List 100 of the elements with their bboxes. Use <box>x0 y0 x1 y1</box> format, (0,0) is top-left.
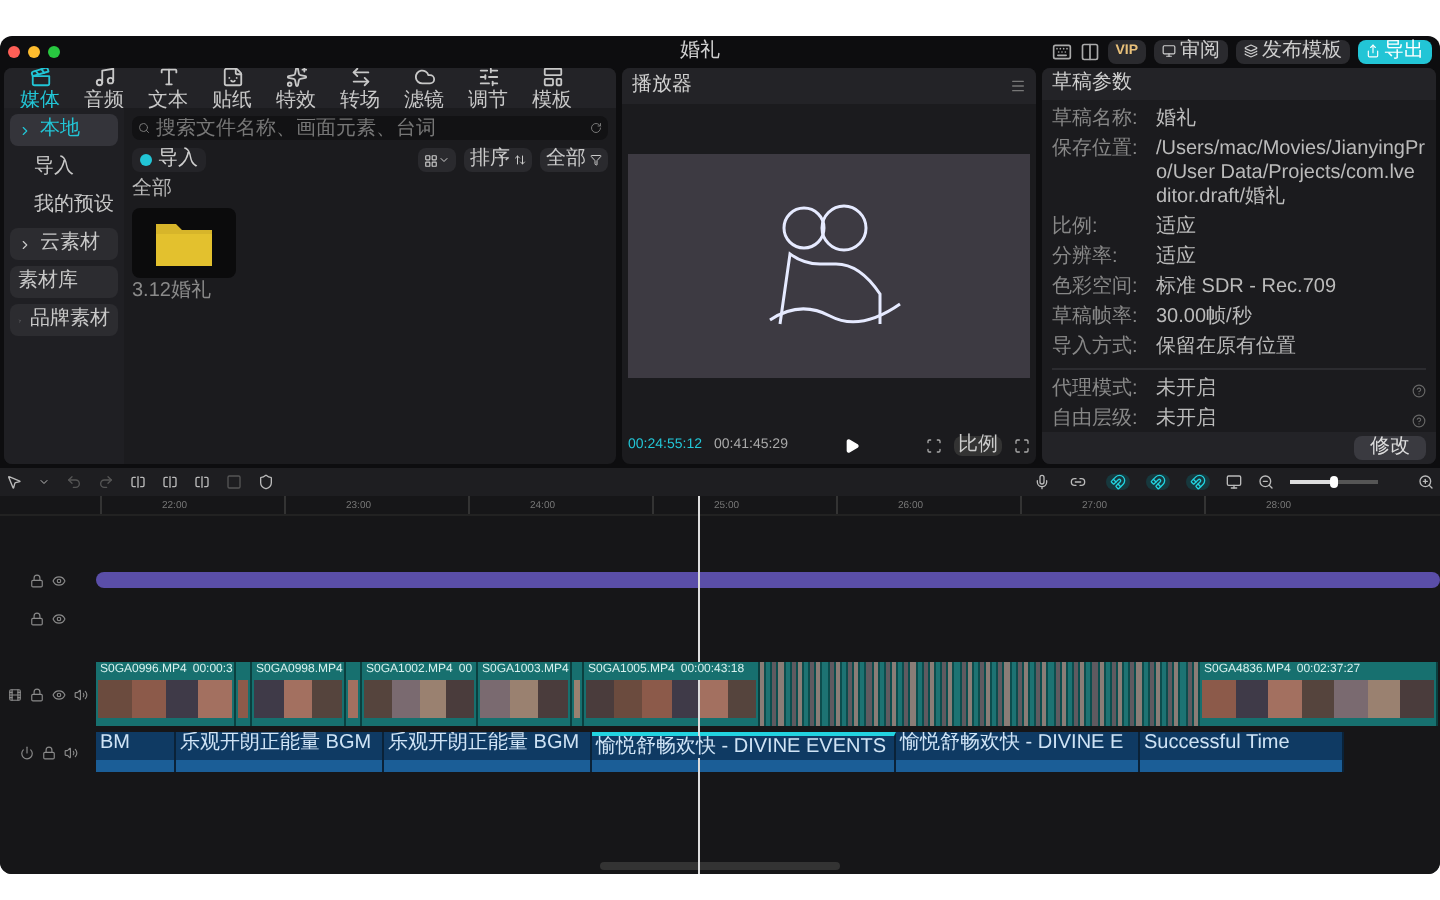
grid-icon <box>424 153 438 167</box>
play-button[interactable] <box>843 438 860 454</box>
split-icon[interactable] <box>194 474 210 490</box>
toolbar-button[interactable]: 发布模板 <box>1236 39 1350 63</box>
close-button[interactable] <box>8 45 20 57</box>
field-label: 保存位置: <box>1052 138 1140 164</box>
video-clip[interactable] <box>236 662 252 726</box>
eye-icon[interactable] <box>52 573 66 587</box>
sidebar-item[interactable]: 我的预设 <box>10 190 118 222</box>
media-tab[interactable]: 媒体 <box>8 68 72 111</box>
lock-icon[interactable] <box>41 745 55 759</box>
modify-button[interactable]: 修改 <box>1354 436 1426 460</box>
refresh-icon[interactable] <box>590 122 602 134</box>
clip-thumbnails-drawing <box>364 680 474 718</box>
audio-clip-label: 愉悦舒畅欢快 - DIVINE EVENTS <box>592 736 891 758</box>
folder-tile[interactable] <box>132 208 236 278</box>
lock-icon[interactable] <box>30 687 44 701</box>
sort-button[interactable]: 排序 <box>464 148 532 172</box>
help-icon[interactable] <box>1412 413 1426 427</box>
field-label: 导入方式: <box>1052 336 1140 360</box>
audio-clip-label: 愉悦舒畅欢快 - DIVINE E <box>896 732 1128 754</box>
media-tab[interactable]: 音频 <box>72 68 136 111</box>
section-label: 全部 <box>132 180 174 200</box>
keyboard-icon[interactable] <box>1051 41 1072 61</box>
eye-icon[interactable] <box>52 611 66 625</box>
layers-icon <box>1244 44 1258 58</box>
preview-icon[interactable] <box>1226 474 1242 490</box>
audio-clip[interactable]: 愉悦舒畅欢快 - DIVINE EVENTS <box>592 732 896 772</box>
template-icon <box>541 68 563 87</box>
split-icon[interactable] <box>130 474 146 490</box>
film-icon[interactable] <box>8 687 22 701</box>
split-icon[interactable] <box>162 474 178 490</box>
sort-icon <box>514 154 526 166</box>
snap-toggle[interactable] <box>1066 474 1090 490</box>
zoom-in-icon[interactable] <box>1418 474 1434 490</box>
field-label: 分辨率: <box>1052 246 1120 270</box>
media-tab[interactable]: 模板 <box>520 68 584 111</box>
view-mode-button[interactable] <box>418 148 456 172</box>
field-label: 自由层级: <box>1052 408 1140 432</box>
minimize-button[interactable] <box>28 45 40 57</box>
video-clip[interactable] <box>572 662 584 726</box>
audio-clip-label: Successful Time <box>1140 732 1294 754</box>
menu-icon[interactable] <box>1010 78 1026 94</box>
field-value: 未开启 <box>1156 408 1216 432</box>
field-label: 草稿名称: <box>1052 108 1140 132</box>
microphone-icon[interactable] <box>1034 474 1050 490</box>
share-icon <box>1366 44 1380 58</box>
field-label: 草稿帧率: <box>1052 306 1140 330</box>
sliders-icon <box>477 68 499 87</box>
search-icon <box>138 122 150 134</box>
clip-thumbnails-drawing <box>254 680 342 718</box>
cursor-icon[interactable] <box>6 474 22 490</box>
toolbar-button[interactable]: 审阅 <box>1154 39 1228 63</box>
zoom-button[interactable] <box>48 45 60 57</box>
panel-title: 播放器 <box>632 76 692 96</box>
audio-clip[interactable]: BM <box>96 732 176 772</box>
snap-toggle[interactable] <box>1146 474 1170 490</box>
lock-icon[interactable] <box>30 573 44 587</box>
field-value: 婚礼 <box>1156 108 1196 132</box>
filter-button[interactable]: 全部 <box>540 148 608 172</box>
sidebar-item[interactable]: 导入 <box>10 152 118 184</box>
snap-toggle[interactable] <box>1186 474 1210 490</box>
audio-clip-label: BM <box>96 732 134 754</box>
window-title: 婚礼 <box>680 41 720 61</box>
media-tab[interactable]: 调节 <box>456 68 520 111</box>
media-tab[interactable]: 滤镜 <box>392 68 456 111</box>
media-tab[interactable]: 特效 <box>264 68 328 111</box>
shield-icon[interactable] <box>258 474 274 490</box>
arrows-icon <box>349 68 371 87</box>
sidebar-item[interactable]: 素材库 <box>10 266 118 298</box>
layout-icon[interactable] <box>1079 41 1100 61</box>
media-tab[interactable]: 转场 <box>328 68 392 111</box>
speaker-icon[interactable] <box>63 745 77 759</box>
field-value: /Users/mac/Movies/JianyingPro/User Data/Projects/com.lveditor.draft/婚礼 <box>1156 138 1426 210</box>
clapperboard-icon <box>29 68 51 87</box>
eye-icon[interactable] <box>52 687 66 701</box>
text-track-bar[interactable] <box>96 572 1440 588</box>
audio-clip[interactable]: Successful Time <box>1140 732 1344 772</box>
media-tab[interactable]: 贴纸 <box>200 68 264 111</box>
speaker-icon[interactable] <box>74 687 88 701</box>
scan-icon[interactable] <box>926 438 942 454</box>
sidebar-item[interactable]: 品牌素材 <box>10 304 118 336</box>
audio-clip[interactable]: 愉悦舒畅欢快 - DIVINE E <box>896 732 1140 772</box>
import-icon <box>140 154 152 166</box>
media-tab[interactable]: 文本 <box>136 68 200 111</box>
clip-thumbnails-drawing <box>238 680 248 718</box>
field-value: 未开启 <box>1156 378 1216 402</box>
panel-title: 草稿参数 <box>1052 74 1132 94</box>
zoom-out-icon[interactable] <box>1258 474 1274 490</box>
field-value: 标准 SDR - Rec.709 <box>1156 276 1337 300</box>
video-clip[interactable] <box>346 662 362 726</box>
sidebar-item[interactable]: 云素材 <box>10 228 118 260</box>
fullscreen-icon[interactable] <box>1014 438 1030 454</box>
snap-toggle[interactable] <box>1106 474 1130 490</box>
help-icon[interactable] <box>1412 383 1426 397</box>
sidebar-item[interactable]: 本地 <box>10 114 118 146</box>
lock-icon[interactable] <box>30 611 44 625</box>
power-icon[interactable] <box>19 745 33 759</box>
import-button[interactable]: 导入 <box>132 148 206 172</box>
ratio-button[interactable]: 比例 <box>954 436 1002 456</box>
